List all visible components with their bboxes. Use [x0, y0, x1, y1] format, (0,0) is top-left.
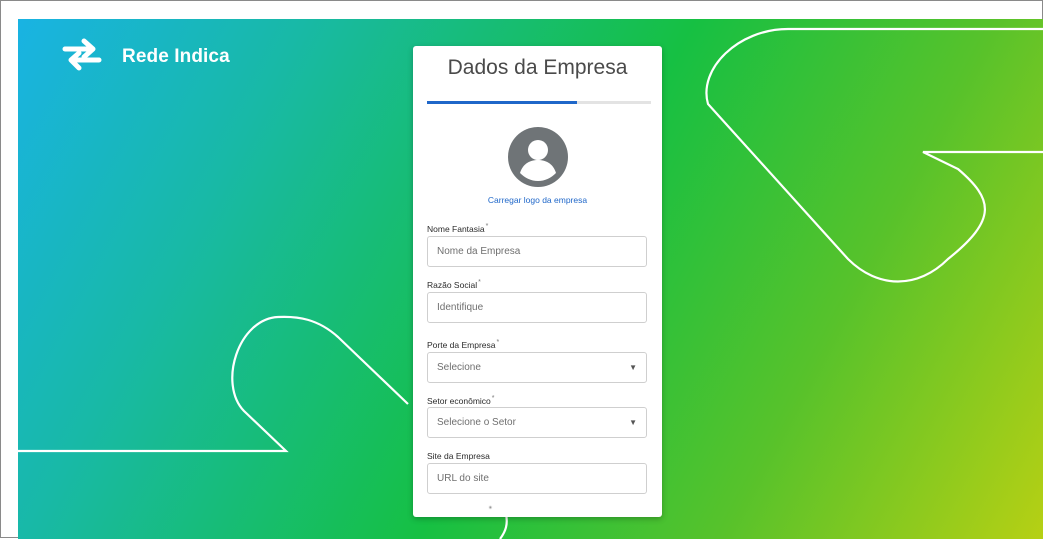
input-placeholder: Nome da Empresa: [437, 246, 521, 257]
field-label-text: Nome Fantasia: [427, 223, 485, 234]
required-marker: *: [491, 395, 495, 402]
chevron-down-icon: ▼: [629, 363, 637, 372]
field-label-setor-economico: Setor econômico*: [427, 395, 495, 406]
required-marker: *: [485, 223, 489, 230]
brand-header[interactable]: Rede Indica: [62, 37, 230, 76]
porte-empresa-select[interactable]: Selecione ▼: [427, 352, 647, 383]
site-empresa-input[interactable]: URL do site: [427, 463, 647, 494]
company-form-card: Dados da Empresa Carregar logo da empres…: [413, 46, 662, 517]
field-label-text: Porte da Empresa: [427, 339, 496, 350]
background-panel: Rede Indica Dados da Empresa Carregar lo…: [18, 19, 1043, 539]
field-label-nome-fantasia: Nome Fantasia*: [427, 223, 488, 234]
select-placeholder: Selecione: [437, 362, 481, 373]
required-marker: *: [496, 339, 500, 346]
input-placeholder: Identifique: [437, 302, 484, 313]
setor-economico-select[interactable]: Selecione o Setor ▼: [427, 407, 647, 438]
swap-arrows-icon: [62, 37, 102, 76]
user-placeholder-icon: [508, 127, 568, 187]
step-progress-bar: [427, 101, 651, 104]
required-marker: *: [478, 279, 481, 286]
company-logo-avatar[interactable]: [508, 127, 568, 187]
required-marker: *: [489, 505, 492, 513]
field-label-porte-empresa: Porte da Empresa*: [427, 339, 499, 350]
field-label-razao-social: Razão Social*: [427, 279, 481, 290]
chevron-down-icon: ▼: [629, 418, 637, 427]
upload-logo-link[interactable]: Carregar logo da empresa: [413, 195, 662, 205]
brand-name: Rede Indica: [122, 45, 230, 67]
field-label-text: Razão Social: [427, 279, 478, 290]
field-label-text: Site da Empresa: [427, 451, 490, 461]
input-placeholder: URL do site: [437, 473, 489, 484]
field-label-text: Setor econômico: [427, 395, 491, 406]
screen-frame: Rede Indica Dados da Empresa Carregar lo…: [0, 0, 1043, 539]
nome-fantasia-input[interactable]: Nome da Empresa: [427, 236, 647, 267]
form-title: Dados da Empresa: [447, 56, 628, 79]
field-label-site-empresa: Site da Empresa: [427, 451, 490, 461]
select-placeholder: Selecione o Setor: [437, 417, 516, 428]
step-progress-fill: [427, 101, 578, 104]
cut-off-field-label: *: [427, 505, 492, 517]
razao-social-input[interactable]: Identifique: [427, 292, 647, 323]
